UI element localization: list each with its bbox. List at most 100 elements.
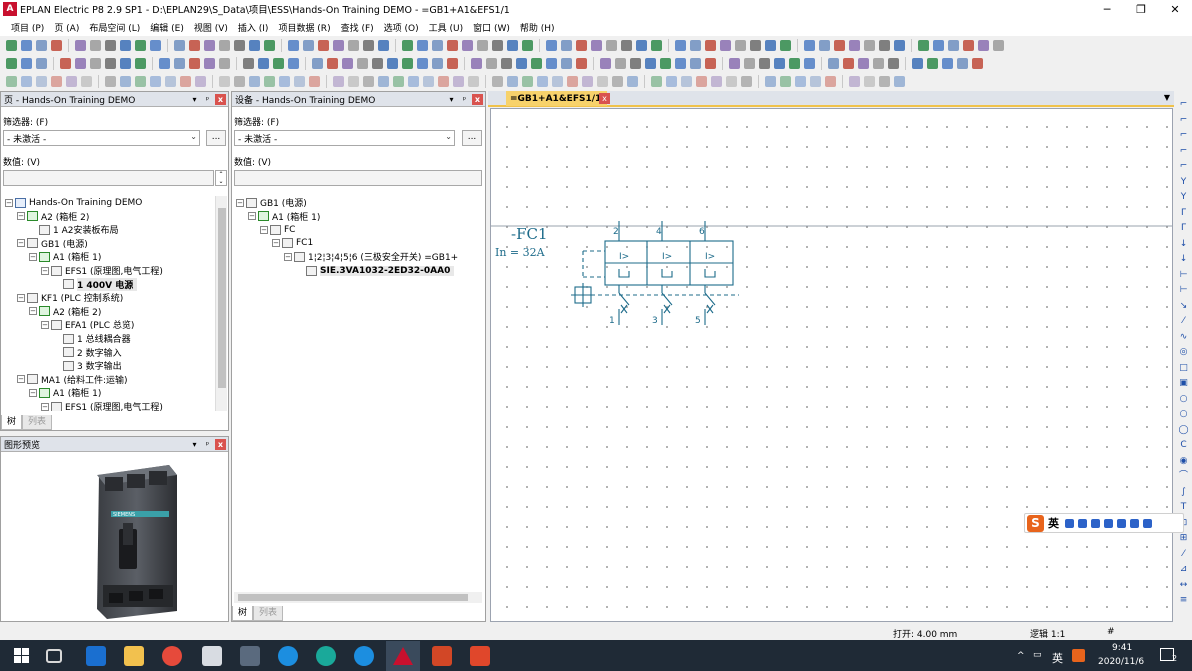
drawing-tool-icon[interactable]: ⌒ bbox=[1178, 471, 1189, 481]
toolbar-button-icon[interactable] bbox=[774, 57, 785, 69]
pin-icon[interactable]: ᵖ bbox=[202, 94, 213, 105]
toolbar-button-icon[interactable] bbox=[60, 57, 71, 69]
toolbar-button-icon[interactable] bbox=[522, 39, 533, 51]
toolbar-button-icon[interactable] bbox=[6, 57, 17, 69]
page-tree-node[interactable]: 3 数字输出 bbox=[53, 359, 122, 372]
drawing-tool-icon[interactable]: C bbox=[1178, 440, 1189, 450]
drawing-tool-icon[interactable]: ◉ bbox=[1178, 456, 1189, 466]
page-tree-node[interactable]: − A2 (箱柜 2) bbox=[17, 210, 89, 223]
toolbar-button-icon[interactable] bbox=[363, 39, 374, 51]
page-tree-scrollbar[interactable] bbox=[215, 196, 227, 411]
toolbar-button-icon[interactable] bbox=[645, 57, 656, 69]
toolbar-button-icon[interactable] bbox=[795, 75, 806, 87]
toolbar-button-icon[interactable] bbox=[408, 75, 419, 87]
toolbar-button-icon[interactable] bbox=[234, 39, 245, 51]
toolbar-button-icon[interactable] bbox=[174, 39, 185, 51]
maximize-button[interactable]: ❐ bbox=[1124, 0, 1158, 18]
panel-menu-icon[interactable]: ▾ bbox=[446, 94, 457, 105]
toolbar-button-icon[interactable] bbox=[789, 57, 800, 69]
toolbar-button-icon[interactable] bbox=[204, 57, 215, 69]
value-spin-icon[interactable]: ⌃ ⌄ bbox=[215, 170, 227, 186]
toolbar-button-icon[interactable] bbox=[636, 39, 647, 51]
toolbar-button-icon[interactable] bbox=[864, 39, 875, 51]
toolbar-button-icon[interactable] bbox=[597, 75, 608, 87]
toolbar-button-icon[interactable] bbox=[204, 39, 215, 51]
toolbar-button-icon[interactable] bbox=[849, 39, 860, 51]
toolbar-button-icon[interactable] bbox=[150, 75, 161, 87]
menu-options[interactable]: 选项 (O) bbox=[379, 21, 424, 34]
toolbar-button-icon[interactable] bbox=[810, 75, 821, 87]
drawing-tool-icon[interactable]: ⊿ bbox=[1178, 564, 1189, 574]
toolbar-button-icon[interactable] bbox=[75, 39, 86, 51]
toolbar-button-icon[interactable] bbox=[195, 75, 206, 87]
sogou-logo-icon[interactable]: S bbox=[1027, 514, 1044, 532]
page-tree-node[interactable]: − KF1 (PLC 控制系统) bbox=[17, 291, 123, 304]
toolbar-button-icon[interactable] bbox=[744, 57, 755, 69]
toolbar-button-icon[interactable] bbox=[651, 75, 662, 87]
microphone-icon[interactable] bbox=[1091, 518, 1100, 528]
toolbar-button-icon[interactable] bbox=[873, 57, 884, 69]
toolbar-button-icon[interactable] bbox=[690, 39, 701, 51]
toolbar-button-icon[interactable] bbox=[348, 75, 359, 87]
toolbar-button-icon[interactable] bbox=[462, 39, 473, 51]
toolbar-button-icon[interactable] bbox=[468, 75, 479, 87]
drawing-tool-icon[interactable]: ↘ bbox=[1178, 301, 1189, 311]
toolbar-button-icon[interactable] bbox=[927, 57, 938, 69]
toolbar-button-icon[interactable] bbox=[120, 75, 131, 87]
powerpoint-icon[interactable] bbox=[432, 646, 452, 666]
toolbar-button-icon[interactable] bbox=[243, 57, 254, 69]
collapse-toggle-icon[interactable]: − bbox=[41, 320, 49, 329]
tab-list[interactable]: 列表 bbox=[22, 415, 53, 430]
page-tree-node[interactable]: − A1 (箱柜 1) bbox=[29, 386, 101, 399]
toolbar-button-icon[interactable] bbox=[765, 75, 776, 87]
keyboard-icon[interactable] bbox=[1104, 518, 1113, 528]
menu-layout-space[interactable]: 布局空间 (L) bbox=[84, 21, 145, 34]
page-tree-node[interactable]: − Hands-On Training DEMO bbox=[5, 196, 142, 209]
toolbar-button-icon[interactable] bbox=[303, 39, 314, 51]
toolbar-button-icon[interactable] bbox=[387, 57, 398, 69]
menu-project-data[interactable]: 项目数据 (R) bbox=[273, 21, 335, 34]
collapse-toggle-icon[interactable]: − bbox=[272, 239, 280, 248]
document-tab-close-button[interactable]: x bbox=[599, 93, 610, 104]
drawing-tool-icon[interactable]: Y bbox=[1178, 177, 1189, 187]
toolbar-button-icon[interactable] bbox=[705, 39, 716, 51]
ie-icon[interactable] bbox=[278, 646, 298, 666]
menu-help[interactable]: 帮助 (H) bbox=[515, 21, 560, 34]
toolbar-button-icon[interactable] bbox=[21, 75, 32, 87]
drawing-tool-icon[interactable]: ◯ bbox=[1178, 425, 1189, 435]
device-tree-node[interactable]: − GB1 (电源) bbox=[236, 196, 307, 209]
device-tree-node[interactable]: − FC1 bbox=[272, 237, 313, 250]
toolbar-button-icon[interactable] bbox=[342, 57, 353, 69]
menu-view[interactable]: 视图 (V) bbox=[189, 21, 233, 34]
toolbar-button-icon[interactable] bbox=[486, 57, 497, 69]
toolbar-button-icon[interactable] bbox=[705, 57, 716, 69]
toolbar-button-icon[interactable] bbox=[834, 39, 845, 51]
toolbar-button-icon[interactable] bbox=[825, 75, 836, 87]
minimize-button[interactable]: ─ bbox=[1090, 0, 1124, 18]
toolbar-button-icon[interactable] bbox=[273, 57, 284, 69]
device-filter-select[interactable]: - 未激活 - ⌄ bbox=[234, 130, 455, 146]
drawing-tool-icon[interactable]: ⌐ bbox=[1178, 130, 1189, 140]
file-explorer-icon[interactable] bbox=[124, 646, 144, 666]
drawing-tool-icon[interactable]: ᒥ bbox=[1178, 208, 1189, 218]
toolbar-button-icon[interactable] bbox=[957, 57, 968, 69]
clock-date[interactable]: 2020/11/6 bbox=[1098, 657, 1144, 667]
toolbar-button-icon[interactable] bbox=[894, 39, 905, 51]
collapse-toggle-icon[interactable]: − bbox=[41, 266, 49, 275]
clock-time[interactable]: 9:41 bbox=[1112, 643, 1132, 653]
toolbar-button-icon[interactable] bbox=[780, 75, 791, 87]
toolbar-button-icon[interactable] bbox=[492, 39, 503, 51]
toolbar-button-icon[interactable] bbox=[288, 39, 299, 51]
toolbar-button-icon[interactable] bbox=[402, 39, 413, 51]
toolbar-button-icon[interactable] bbox=[378, 75, 389, 87]
toolbar-button-icon[interactable] bbox=[576, 57, 587, 69]
menu-find[interactable]: 查找 (F) bbox=[336, 21, 379, 34]
drawing-tool-icon[interactable]: ◎ bbox=[1178, 347, 1189, 357]
toolbar-button-icon[interactable] bbox=[729, 57, 740, 69]
ime-language-indicator[interactable]: 英 bbox=[1052, 650, 1063, 666]
toolbar-button-icon[interactable] bbox=[189, 57, 200, 69]
toolbar-button-icon[interactable] bbox=[750, 39, 761, 51]
drawing-tool-icon[interactable]: ⁄ bbox=[1178, 316, 1189, 326]
scroll-thumb[interactable] bbox=[218, 208, 226, 388]
toolbar-button-icon[interactable] bbox=[105, 39, 116, 51]
